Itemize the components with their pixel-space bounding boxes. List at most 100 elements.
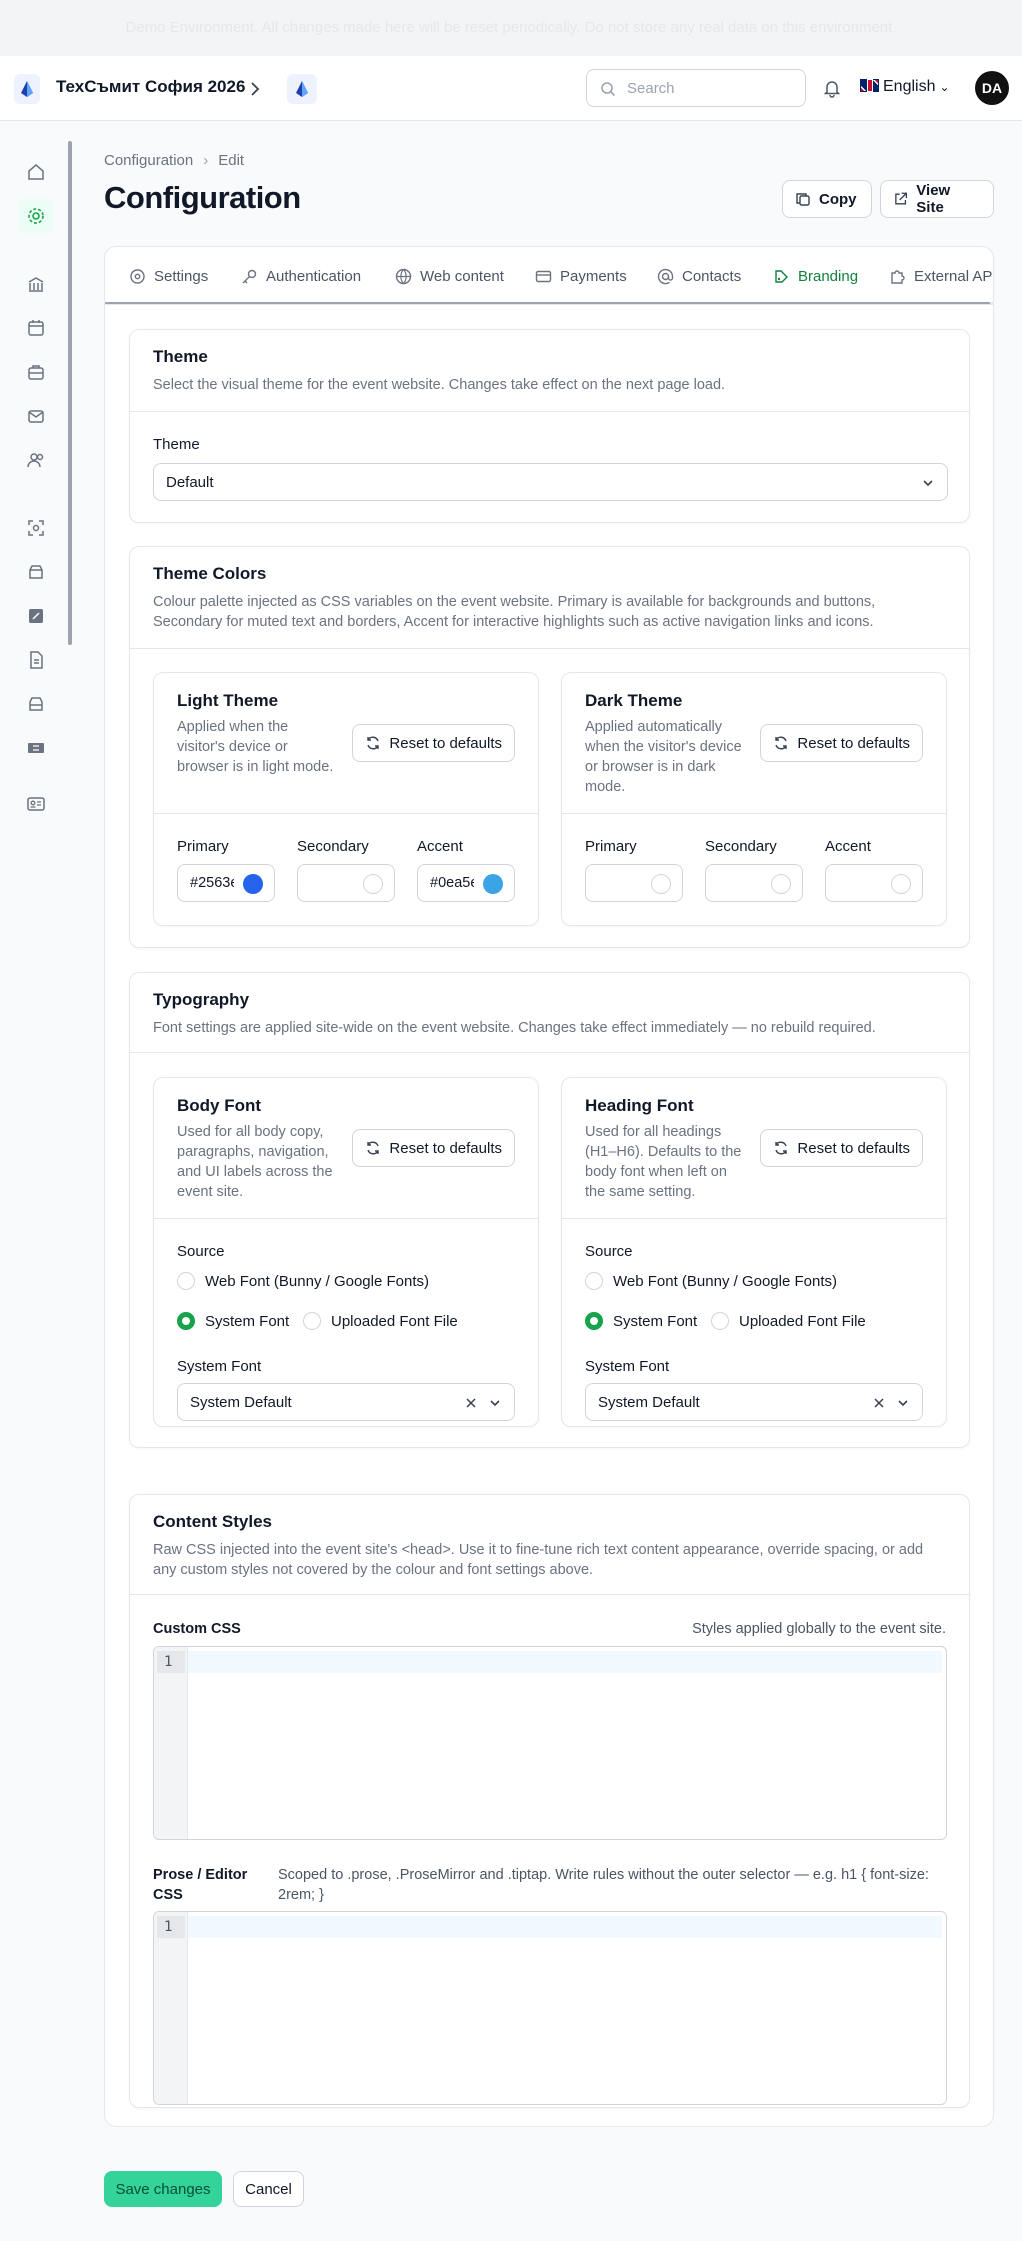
body-radio-web-font[interactable]: Web Font (Bunny / Google Fonts) — [177, 1272, 429, 1290]
ticket-icon[interactable] — [23, 735, 49, 761]
calendar-icon[interactable] — [23, 315, 49, 341]
mail-icon[interactable] — [23, 403, 49, 429]
body-radio-system-font[interactable]: System Font — [177, 1312, 289, 1330]
search-icon — [601, 82, 616, 97]
light-reset-label: Reset to defaults — [389, 734, 502, 752]
document-icon[interactable] — [23, 647, 49, 673]
archive-icon[interactable] — [23, 559, 49, 585]
content-styles-card: Content Styles Raw CSS injected into the… — [129, 1494, 970, 2108]
heading-radio-uploaded-font[interactable]: Uploaded Font File — [711, 1312, 866, 1330]
body-font-card: Body Font Used for all body copy, paragr… — [153, 1077, 539, 1427]
tab-scrollbar[interactable] — [105, 302, 993, 304]
heading-font-card: Heading Font Used for all headings (H1–H… — [561, 1077, 947, 1427]
settings-cog-icon[interactable] — [19, 199, 53, 233]
users-icon[interactable] — [23, 447, 49, 473]
light-primary-input[interactable]: #2563eb — [177, 864, 275, 902]
breadcrumb-edit: Edit — [218, 152, 245, 169]
discount-icon[interactable] — [23, 603, 49, 629]
refresh-icon — [775, 736, 788, 750]
view-site-label: View Site — [916, 182, 951, 216]
content-styles-description: Raw CSS injected into the event site's <… — [153, 1542, 924, 1578]
copy-button[interactable]: Copy — [782, 180, 872, 218]
external-link-icon — [895, 192, 908, 205]
heading-radio-system-font[interactable]: System Font — [585, 1312, 697, 1330]
dark-secondary-input[interactable] — [705, 864, 803, 902]
heading-system-font-select[interactable]: System Default — [585, 1383, 923, 1421]
banner-text: Demo Environment. All changes made here … — [125, 19, 897, 36]
dark-primary-swatch[interactable] — [651, 874, 671, 894]
body-system-font-select[interactable]: System Default — [177, 1383, 515, 1421]
radio-circle-selected[interactable] — [177, 1312, 195, 1330]
save-changes-button[interactable]: Save changes — [104, 2171, 222, 2207]
search-input[interactable]: Search — [586, 69, 806, 107]
heading-radio-web-font[interactable]: Web Font (Bunny / Google Fonts) — [585, 1272, 837, 1290]
light-accent-swatch[interactable] — [483, 874, 503, 894]
radio-circle[interactable] — [177, 1272, 195, 1290]
sidebar — [0, 121, 72, 2241]
heading-radio-uploaded-font-label: Uploaded Font File — [739, 1312, 866, 1330]
body-radio-system-font-label: System Font — [205, 1312, 290, 1330]
language-label: English — [883, 78, 936, 95]
light-primary-swatch[interactable] — [243, 874, 263, 894]
light-accent-input[interactable]: #0ea5e9 — [417, 864, 515, 902]
breadcrumb-configuration[interactable]: Configuration — [104, 152, 193, 169]
dark-theme-header: Dark Theme Applied automatically when th… — [562, 673, 946, 814]
body-system-font-label: System Font — [177, 1358, 262, 1375]
body-font-reset-button[interactable]: Reset to defaults — [352, 1129, 515, 1167]
inbox-icon[interactable] — [23, 691, 49, 717]
sidebar-scrollbar[interactable] — [68, 141, 72, 645]
home-icon[interactable] — [23, 159, 49, 185]
dark-secondary-swatch[interactable] — [771, 874, 791, 894]
custom-css-hint: Styles applied globally to the event sit… — [692, 1621, 946, 1637]
theme-colors-card: Theme Colors Colour palette injected as … — [129, 546, 970, 948]
language-select[interactable]: English ⌄ — [860, 78, 950, 96]
building-icon[interactable] — [23, 271, 49, 297]
tab-bar: Settings Authentication Web content Paym… — [105, 247, 993, 305]
tab-payments[interactable]: Payments — [535, 247, 627, 304]
typography-card: Typography Font settings are applied sit… — [129, 972, 970, 1448]
custom-css-label: Custom CSS — [153, 1621, 241, 1637]
custom-css-editor[interactable]: 1 — [153, 1646, 947, 1840]
bell-icon[interactable] — [822, 78, 842, 98]
prose-css-editor[interactable]: 1 — [153, 1911, 947, 2105]
chevron-down-icon: ⌄ — [939, 80, 950, 94]
scan-icon[interactable] — [23, 515, 49, 541]
tab-web-content[interactable]: Web content — [395, 247, 504, 304]
tab-settings[interactable]: Settings — [129, 247, 208, 304]
avatar[interactable]: DA — [975, 71, 1009, 105]
app-title[interactable]: ТехСъмит София 2026 — [56, 77, 245, 97]
clear-icon[interactable] — [872, 1396, 886, 1410]
dark-reset-button[interactable]: Reset to defaults — [760, 724, 923, 762]
body-radio-uploaded-font[interactable]: Uploaded Font File — [303, 1312, 458, 1330]
tenant-logo-icon[interactable] — [287, 74, 317, 104]
breadcrumb: Configuration › Edit — [104, 152, 244, 169]
dark-accent-label: Accent — [825, 838, 871, 855]
clear-icon[interactable] — [464, 1396, 478, 1410]
view-site-button[interactable]: View Site — [880, 180, 994, 218]
dark-primary-input[interactable] — [585, 864, 683, 902]
light-secondary-input[interactable] — [297, 864, 395, 902]
dark-accent-input[interactable] — [825, 864, 923, 902]
light-primary-value: #2563eb — [190, 875, 234, 891]
tab-branding[interactable]: Branding — [773, 247, 859, 304]
heading-font-reset-button[interactable]: Reset to defaults — [760, 1129, 923, 1167]
radio-circle[interactable] — [303, 1312, 321, 1330]
radio-circle[interactable] — [585, 1272, 603, 1290]
theme-select[interactable]: Default — [153, 463, 948, 501]
app-logo-icon[interactable] — [14, 74, 40, 104]
radio-circle[interactable] — [711, 1312, 729, 1330]
radio-circle-selected[interactable] — [585, 1312, 603, 1330]
content-styles-header: Content Styles Raw CSS injected into the… — [130, 1495, 969, 1595]
light-reset-button[interactable]: Reset to defaults — [352, 724, 515, 762]
tab-authentication[interactable]: Authentication — [241, 247, 362, 304]
id-card-icon[interactable] — [23, 791, 49, 817]
tab-contacts[interactable]: Contacts — [657, 247, 741, 304]
cancel-button[interactable]: Cancel — [233, 2171, 304, 2207]
tab-external-api[interactable]: External AP — [889, 247, 992, 304]
body-radio-uploaded-font-label: Uploaded Font File — [331, 1312, 458, 1330]
briefcase-icon[interactable] — [23, 359, 49, 385]
light-secondary-swatch[interactable] — [363, 874, 383, 894]
light-theme-card: Light Theme Applied when the visitor's d… — [153, 672, 539, 926]
tab-authentication-label: Authentication — [266, 267, 362, 285]
dark-accent-swatch[interactable] — [891, 874, 911, 894]
